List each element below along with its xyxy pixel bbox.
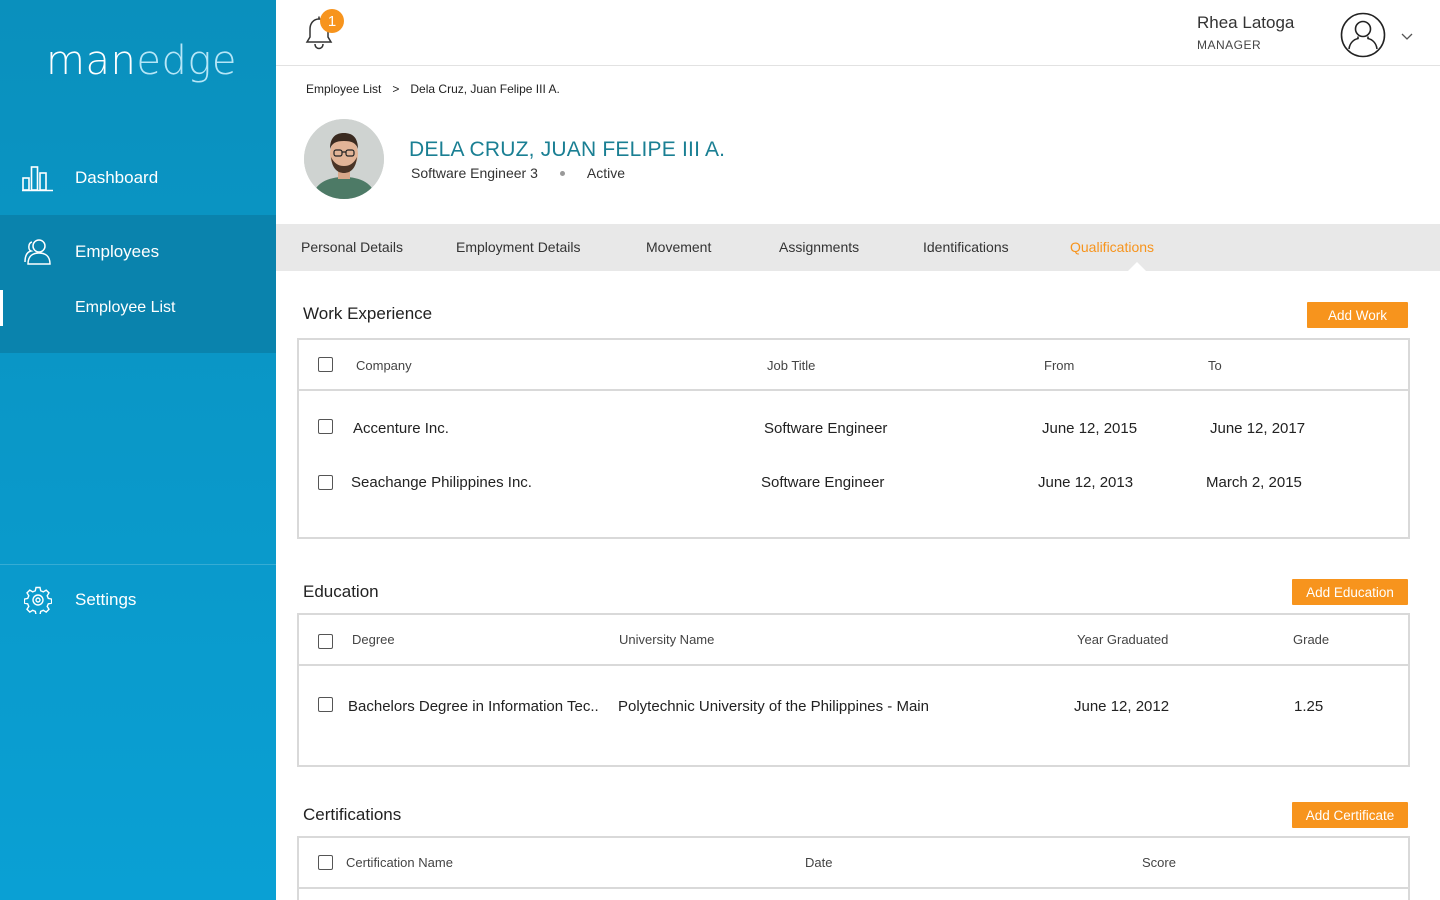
employee-photo <box>304 119 384 199</box>
cell-university: Polytechnic University of the Philippine… <box>618 698 929 715</box>
profile-tabs: Personal Details Employment Details Move… <box>276 224 1440 271</box>
sidebar-label-dashboard: Dashboard <box>75 168 159 187</box>
users-icon <box>22 236 54 268</box>
sidebar-divider <box>0 564 276 565</box>
education-title: Education <box>303 582 379 601</box>
sidebar-item-settings[interactable]: Settings <box>0 568 276 632</box>
breadcrumb-current: Dela Cruz, Juan Felipe III A. <box>410 82 560 96</box>
header-year-graduated: Year Graduated <box>1077 632 1169 647</box>
chevron-down-icon[interactable] <box>1400 28 1414 40</box>
meta-separator-dot <box>559 170 565 176</box>
app-logo[interactable]: manedge <box>46 38 237 84</box>
sidebar-label-employee-list: Employee List <box>75 299 176 316</box>
cell-job-title: Software Engineer <box>764 420 888 437</box>
active-tab-pointer <box>1128 262 1146 271</box>
employee-name: DELA CRUZ, JUAN FELIPE III A. <box>409 138 726 161</box>
sidebar-item-employee-list[interactable]: Employee List <box>0 290 276 328</box>
sidebar-item-dashboard[interactable]: Dashboard <box>0 146 276 210</box>
work-experience-table: Company Job Title From To Accenture Inc.… <box>297 338 1410 539</box>
row-checkbox[interactable] <box>318 475 333 490</box>
notification-badge[interactable]: 1 <box>320 9 344 33</box>
employee-status: Active <box>586 165 625 181</box>
certifications-title: Certifications <box>303 805 402 824</box>
user-role: MANAGER <box>1197 38 1262 52</box>
user-avatar-icon[interactable] <box>1340 12 1386 58</box>
select-all-checkbox[interactable] <box>318 357 333 372</box>
header-company: Company <box>356 358 412 373</box>
row-checkbox[interactable] <box>318 419 333 434</box>
select-all-checkbox[interactable] <box>318 634 333 649</box>
table-header: Certification Name Date Score <box>299 838 1408 889</box>
tab-identifications[interactable]: Identifications <box>923 239 1009 255</box>
header-degree: Degree <box>352 632 395 647</box>
cell-year-graduated: June 12, 2012 <box>1074 698 1170 715</box>
logo-part-edge: edge <box>136 38 237 84</box>
header-from: From <box>1044 358 1075 373</box>
active-indicator <box>0 290 3 326</box>
cell-to: June 12, 2017 <box>1210 420 1306 437</box>
bar-chart-icon <box>22 162 54 194</box>
tab-employment-details[interactable]: Employment Details <box>456 239 581 255</box>
cell-from: June 12, 2015 <box>1042 420 1138 437</box>
header-grade: Grade <box>1293 632 1330 647</box>
tab-personal-details[interactable]: Personal Details <box>301 239 403 255</box>
tab-movement[interactable]: Movement <box>646 239 711 255</box>
header-university: University Name <box>619 632 715 647</box>
cell-degree: Bachelors Degree in Information Tec.. <box>348 698 599 715</box>
top-bar: 1 Rhea Latoga MANAGER <box>276 0 1440 66</box>
table-header: Degree University Name Year Graduated Gr… <box>299 615 1408 666</box>
tab-qualifications[interactable]: Qualifications <box>1070 239 1154 255</box>
header-score: Score <box>1142 855 1176 870</box>
header-job-title: Job Title <box>767 358 816 373</box>
header-to: To <box>1208 358 1222 373</box>
add-work-button[interactable]: Add Work <box>1307 302 1408 328</box>
cell-to: March 2, 2015 <box>1206 474 1302 491</box>
row-checkbox[interactable] <box>318 697 333 712</box>
cell-company: Accenture Inc. <box>353 420 449 437</box>
header-certification-name: Certification Name <box>346 855 453 870</box>
breadcrumb: Employee List > Dela Cruz, Juan Felipe I… <box>306 82 560 96</box>
certifications-table: Certification Name Date Score <box>297 836 1410 900</box>
sidebar-label-settings: Settings <box>75 590 137 609</box>
add-education-button[interactable]: Add Education <box>1292 579 1408 605</box>
work-experience-title: Work Experience <box>303 304 433 323</box>
add-certificate-button[interactable]: Add Certificate <box>1292 802 1408 828</box>
sidebar-item-employees[interactable]: Employees <box>0 220 276 284</box>
breadcrumb-separator: > <box>392 82 400 96</box>
cell-company: Seachange Philippines Inc. <box>351 474 532 491</box>
education-table: Degree University Name Year Graduated Gr… <box>297 613 1410 767</box>
cell-grade: 1.25 <box>1294 698 1324 715</box>
user-name[interactable]: Rhea Latoga <box>1197 13 1294 33</box>
logo-part-man: man <box>46 38 137 84</box>
gear-icon <box>22 584 54 616</box>
table-header: Company Job Title From To <box>299 340 1408 391</box>
employee-position: Software Engineer 3 <box>411 165 538 181</box>
sidebar-label-employees: Employees <box>75 242 160 261</box>
cell-job-title: Software Engineer <box>761 474 885 491</box>
breadcrumb-employee-list[interactable]: Employee List <box>306 82 381 96</box>
header-date: Date <box>805 855 833 870</box>
employee-meta: Software Engineer 3 Active <box>411 165 625 181</box>
cell-from: June 12, 2013 <box>1038 474 1134 491</box>
tab-assignments[interactable]: Assignments <box>779 239 859 255</box>
select-all-checkbox[interactable] <box>318 855 333 870</box>
sidebar: manedge Dashboard Employees Employee Lis… <box>0 0 276 900</box>
